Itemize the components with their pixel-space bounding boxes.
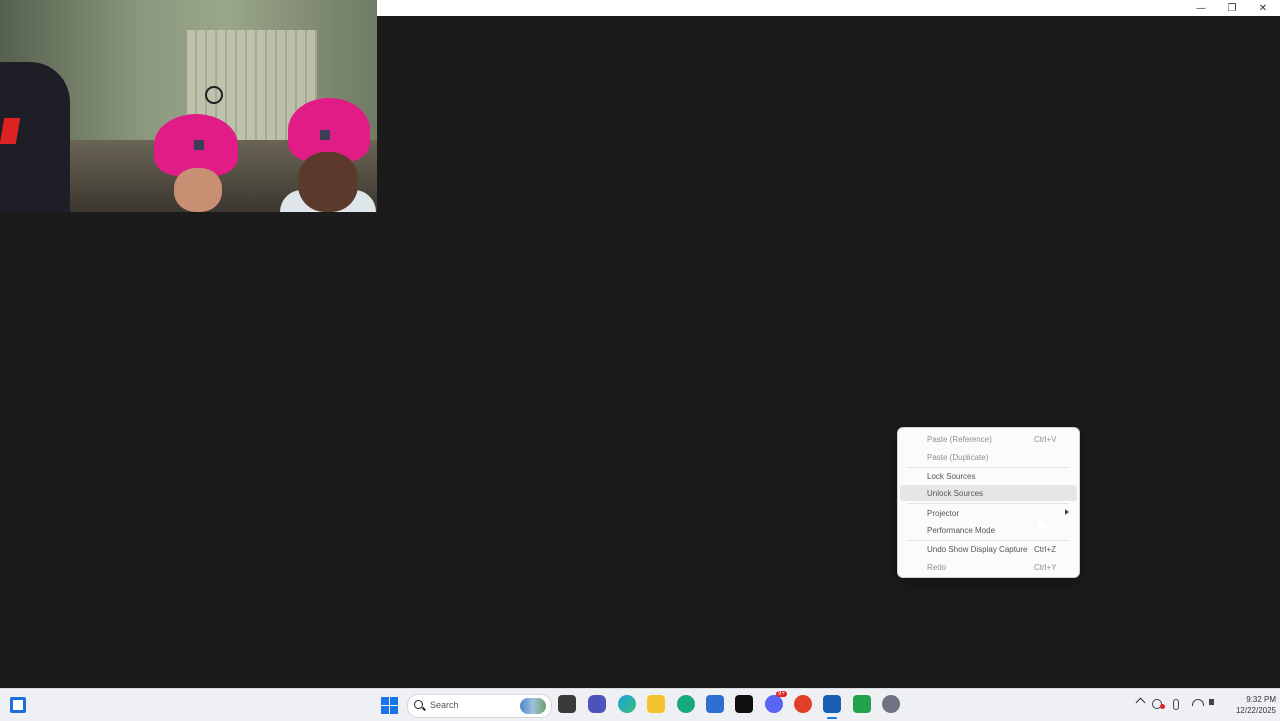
menu-item-paste-reference[interactable]: Paste (Reference) Ctrl+V [900, 431, 1077, 447]
search-label: Search [430, 700, 459, 710]
close-button[interactable]: ✕ [1248, 0, 1278, 16]
terminal-icon[interactable] [735, 695, 753, 713]
wifi-icon[interactable] [1192, 699, 1204, 706]
system-clock[interactable]: 9:32 PM 12/22/2025 [1224, 694, 1276, 716]
menu-item-shortcut: Ctrl+V [1034, 435, 1057, 444]
clock-time: 9:32 PM [1246, 695, 1276, 704]
microsoft-store-icon[interactable] [706, 695, 724, 713]
discord-icon[interactable]: 9+ [765, 691, 787, 713]
app-green-circle-icon[interactable] [677, 695, 695, 713]
camera-ring-light [205, 86, 223, 104]
discord-badge: 9+ [776, 691, 787, 697]
menu-item-label: Projector [927, 509, 960, 518]
search-icon [414, 700, 423, 709]
windows-logo-tile [381, 697, 389, 705]
search-highlight-image [520, 698, 546, 714]
menu-item-label: Paste (Duplicate) [927, 453, 989, 462]
clock-date: 12/22/2025 [1235, 706, 1276, 715]
taskbar-search-box[interactable]: Search [407, 694, 552, 718]
settings-gear-icon[interactable] [882, 695, 900, 713]
file-explorer-icon[interactable] [647, 695, 665, 713]
menu-item-label: Redo [927, 563, 947, 572]
taskbar: Search 9+ 9:32 PM 12/22/2025 [0, 688, 1280, 721]
menu-separator [908, 503, 1069, 504]
child-face [298, 152, 358, 212]
menu-item-label: Paste (Reference) [927, 435, 992, 444]
restore-button[interactable]: ❐ [1217, 0, 1247, 16]
hat-badge [320, 130, 330, 140]
file-explorer-dark-icon[interactable] [558, 695, 576, 713]
camera-child-right [280, 98, 376, 212]
menu-item-redo[interactable]: Redo Ctrl+Y [900, 559, 1077, 575]
menu-item-label: Lock Sources [927, 472, 976, 481]
menu-item-performance-mode[interactable]: Performance Mode [900, 522, 1077, 538]
child-face [174, 168, 222, 212]
start-button[interactable] [381, 697, 398, 714]
camera-child-left [154, 114, 238, 212]
menu-item-label: Undo Show Display Capture [927, 545, 1028, 554]
menu-item-projector[interactable]: Projector [900, 505, 1077, 521]
speaker-icon[interactable] [1209, 699, 1214, 705]
windows-logo-tile [390, 706, 398, 714]
submenu-arrow-icon [1065, 509, 1069, 515]
windows-logo-tile [381, 706, 389, 714]
menu-item-lock-sources[interactable]: Lock Sources [900, 468, 1077, 484]
widgets-icon[interactable] [10, 697, 26, 713]
window-title-bar: — ❐ ✕ [376, 0, 1280, 16]
webcam-preview[interactable] [0, 0, 377, 212]
menu-item-paste-duplicate[interactable]: Paste (Duplicate) [900, 449, 1077, 465]
tray-overflow-chevron-icon[interactable] [1135, 697, 1146, 708]
menu-item-undo[interactable]: Undo Show Display Capture Ctrl+Z [900, 541, 1077, 557]
close-app-icon[interactable] [794, 695, 812, 713]
minimize-button[interactable]: — [1186, 0, 1216, 16]
menu-item-unlock-sources[interactable]: Unlock Sources [900, 485, 1077, 501]
teams-chat-icon[interactable] [588, 695, 606, 713]
menu-item-shortcut: Ctrl+Y [1034, 563, 1057, 572]
recording-dot-icon [1160, 704, 1165, 709]
android-app-icon[interactable] [853, 695, 871, 713]
context-menu: Paste (Reference) Ctrl+V Paste (Duplicat… [897, 427, 1080, 578]
microphone-icon[interactable] [1173, 699, 1179, 710]
hat-badge [194, 140, 204, 150]
menu-item-shortcut: Ctrl+Z [1034, 545, 1056, 554]
windows-logo-tile [390, 697, 398, 705]
edge-browser-icon[interactable] [618, 695, 636, 713]
active-app-indicator [827, 717, 837, 719]
obs-icon[interactable] [823, 695, 841, 713]
menu-item-label: Performance Mode [927, 526, 996, 535]
menu-item-label: Unlock Sources [927, 489, 984, 498]
